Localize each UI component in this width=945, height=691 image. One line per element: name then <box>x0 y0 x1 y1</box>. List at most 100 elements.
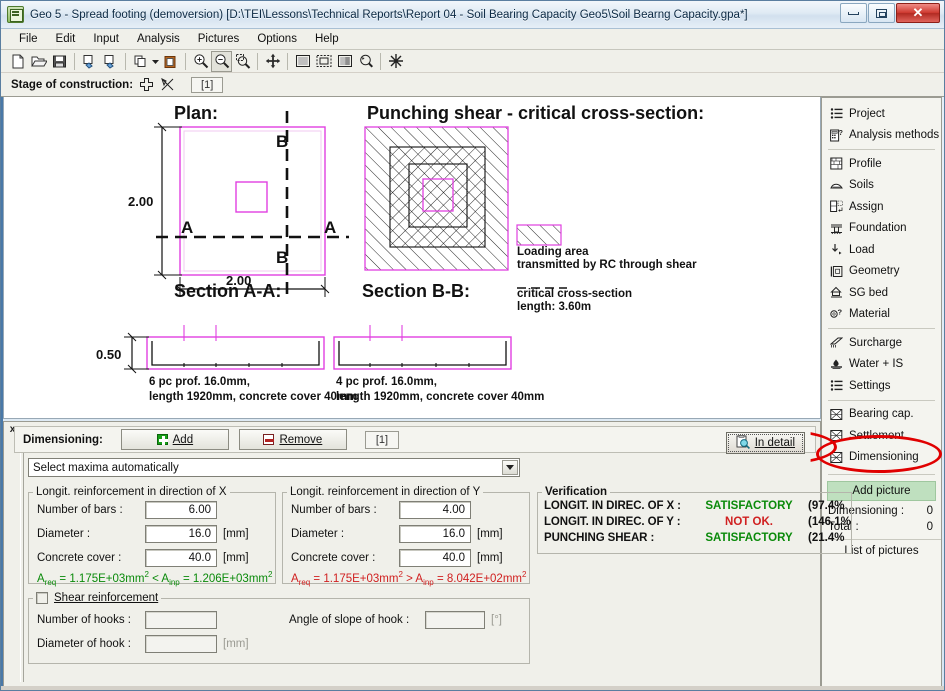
sidebar-item-project[interactable]: Project <box>822 103 941 125</box>
a-req-exponent: 2 <box>144 570 149 579</box>
drawing-canvas[interactable]: Plan: 2.00 2.00 A A B B Punching shear -… <box>3 97 821 419</box>
number-of-bars-x-input[interactable]: 6.00 <box>145 501 217 519</box>
sidebar-item-label: Analysis methods <box>849 129 940 142</box>
copy-icon[interactable] <box>130 51 151 72</box>
sidebar-item-label: Settings <box>849 379 891 392</box>
sidebar-item-label: Geometry <box>849 265 900 278</box>
sidebar-item-label: Assign <box>849 200 884 213</box>
print-icon[interactable] <box>100 51 121 72</box>
menu-input[interactable]: Input <box>85 31 127 47</box>
field-label: Angle of slope of hook : <box>289 614 410 626</box>
sidebar-item-water[interactable]: Water + IS <box>822 354 941 376</box>
verification-group: Verification LONGIT. IN DIREC. OF X : SA… <box>537 486 852 554</box>
sidebar-item-label: SG bed <box>849 286 888 299</box>
menu-pictures[interactable]: Pictures <box>190 31 248 47</box>
sidebar-item-dimensioning[interactable]: Dimensioning <box>822 447 941 469</box>
sidebar-item-load[interactable]: Load <box>822 239 941 261</box>
in-detail-button[interactable]: In detail <box>725 432 805 454</box>
chevron-down-icon[interactable] <box>502 460 518 475</box>
comparison-operator: > <box>406 572 413 585</box>
field-unit: [mm] <box>477 528 503 540</box>
print-preview-icon[interactable] <box>79 51 100 72</box>
diameter-x-input[interactable]: 16.0 <box>145 525 217 543</box>
stage-tab-1[interactable]: [1] <box>191 76 224 93</box>
geometry-icon <box>829 264 843 278</box>
zoom-extents-icon[interactable] <box>313 51 334 72</box>
sidebar-item-settlement[interactable]: Settlement <box>822 425 941 447</box>
panel-gripper[interactable] <box>20 427 24 682</box>
sidebar-item-label: Load <box>849 243 875 256</box>
sidebar-divider <box>828 328 935 329</box>
diameter-of-hook-input[interactable] <box>145 635 217 653</box>
diameter-y-input[interactable]: 16.0 <box>399 525 471 543</box>
diameter-y-row: Diameter : 16.0 [mm] <box>283 522 529 546</box>
concrete-cover-y-input[interactable]: 40.0 <box>399 549 471 567</box>
new-file-icon[interactable] <box>7 51 28 72</box>
add-button[interactable]: Add <box>120 429 229 450</box>
menu-file[interactable]: File <box>11 31 46 47</box>
svg-text:A: A <box>181 218 193 237</box>
shear-reinforcement-checkbox[interactable] <box>36 592 48 604</box>
menu-edit[interactable]: Edit <box>48 31 84 47</box>
zoom-all-icon[interactable] <box>292 51 313 72</box>
zoom-out-icon[interactable] <box>211 50 232 72</box>
verification-result: SATISFACTORY <box>705 532 793 544</box>
sidebar-item-foundation[interactable]: Foundation <box>822 218 941 240</box>
field-label: Diameter of hook : <box>37 638 131 650</box>
verification-row: PUNCHING SHEAR : SATISFACTORY (21.4% <box>538 530 851 546</box>
angle-of-slope-input[interactable] <box>425 611 485 629</box>
sidebar-item-sg-bed[interactable]: SG bed <box>822 282 941 304</box>
zoom-in-icon[interactable] <box>190 51 211 72</box>
save-file-icon[interactable] <box>49 51 70 72</box>
sidebar-item-settings[interactable]: Settings <box>822 375 941 397</box>
close-button[interactable]: ✕ <box>896 3 940 23</box>
pan-icon[interactable] <box>262 51 283 72</box>
application-window: Geo 5 - Spread footing (demoversion) [D:… <box>0 0 945 691</box>
paste-icon[interactable] <box>160 51 181 72</box>
zoom-selection-icon[interactable] <box>334 51 355 72</box>
sidebar-item-material[interactable]: ? Material <box>822 304 941 326</box>
zoom-previous-icon[interactable] <box>355 51 376 72</box>
sidebar-item-assign[interactable]: Assign <box>822 196 941 218</box>
menu-analysis[interactable]: Analysis <box>129 31 188 47</box>
number-of-bars-y-row: Number of bars : 4.00 <box>283 498 529 522</box>
in-detail-label: In detail <box>754 437 795 449</box>
dimensioning-icon <box>829 450 843 464</box>
sidebar-item-analysis-methods[interactable]: ? Analysis methods <box>822 125 941 147</box>
remove-button[interactable]: Remove <box>238 429 347 450</box>
maxima-select[interactable]: Select maxima automatically <box>28 458 520 477</box>
open-file-icon[interactable] <box>28 51 49 72</box>
menu-help[interactable]: Help <box>307 31 347 47</box>
number-of-hooks-input[interactable] <box>145 611 217 629</box>
sidebar-item-surcharge[interactable]: Surcharge <box>822 332 941 354</box>
sidebar-item-geometry[interactable]: Geometry <box>822 261 941 283</box>
sg-bed-icon <box>829 286 843 300</box>
maximize-button[interactable] <box>868 3 895 23</box>
remove-stage-icon[interactable] <box>160 77 175 92</box>
dimensioning-tab-1[interactable]: [1] <box>364 430 400 449</box>
sidebar-item-label: Foundation <box>849 222 907 235</box>
concrete-cover-x-input[interactable]: 40.0 <box>145 549 217 567</box>
a-inp-exponent: 2 <box>268 570 273 579</box>
surcharge-icon <box>829 336 843 350</box>
diameter-x-row: Diameter : 16.0 [mm] <box>29 522 275 546</box>
sidebar-item-bearing-cap[interactable]: Bearing cap. <box>822 404 941 426</box>
zoom-window-icon[interactable] <box>232 51 253 72</box>
sidebar-item-profile[interactable]: Profile <box>822 153 941 175</box>
sidebar-item-soils[interactable]: Soils <box>822 175 941 197</box>
svg-text:Section B-B:: Section B-B: <box>362 281 470 301</box>
copy-dropdown-icon[interactable] <box>151 51 160 72</box>
svg-text:Punching shear - critical cros: Punching shear - critical cross-section: <box>367 103 704 123</box>
number-of-bars-y-input[interactable]: 4.00 <box>399 501 471 519</box>
add-stage-icon[interactable] <box>139 77 154 92</box>
refresh-icon[interactable] <box>385 51 406 72</box>
minimize-button[interactable] <box>840 3 867 23</box>
svg-text:transmitted by RC through shea: transmitted by RC through shear <box>517 259 697 271</box>
svg-text:?: ? <box>838 130 842 137</box>
svg-text:length 1920mm, concrete cover: length 1920mm, concrete cover 40mm <box>336 391 544 403</box>
angle-of-slope-row: Angle of slope of hook : [°] <box>281 608 502 632</box>
menu-options[interactable]: Options <box>249 31 305 47</box>
sidebar-item-label: Settlement <box>849 429 904 442</box>
sidebar-item-label: Water + IS <box>849 358 904 371</box>
in-detail-icon <box>736 434 750 452</box>
